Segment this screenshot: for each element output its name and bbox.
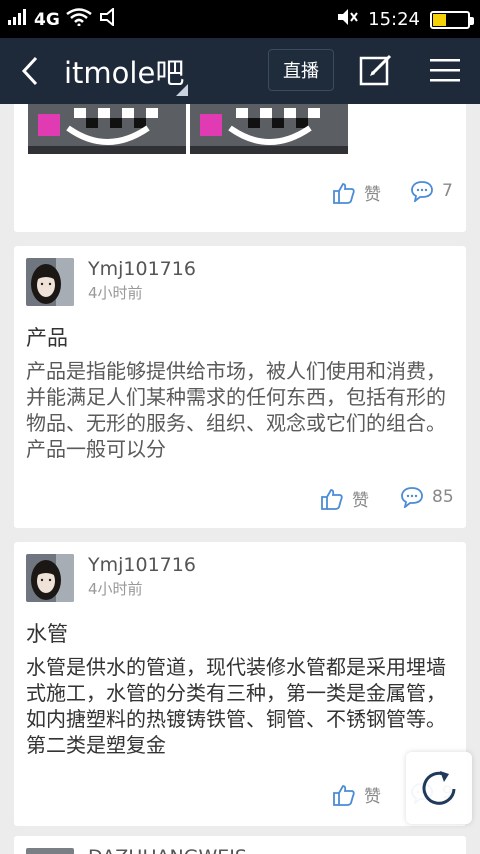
like-button[interactable]: 赞	[332, 782, 381, 807]
hamburger-icon	[430, 59, 460, 82]
post-body[interactable]: 产品是指能够提供给市场，被人们使用和消费，并能满足人们某种需求的任何东西，包括有…	[26, 358, 446, 462]
battery-icon	[430, 10, 474, 29]
thumbs-up-icon	[321, 488, 343, 510]
comment-icon	[411, 181, 433, 202]
status-bar: 4G 15:24	[0, 0, 480, 38]
avatar[interactable]	[26, 258, 74, 306]
dropdown-corner-icon	[176, 84, 188, 96]
like-label: 赞	[352, 491, 369, 511]
wifi-icon	[66, 8, 92, 31]
like-button[interactable]: 赞	[320, 486, 369, 511]
like-label: 赞	[364, 185, 381, 205]
refresh-icon	[422, 771, 456, 805]
post-title[interactable]: 产品	[26, 322, 68, 352]
like-button[interactable]: 赞	[332, 180, 381, 205]
refresh-button[interactable]	[406, 752, 472, 824]
comment-count: 85	[432, 487, 454, 507]
battery-level	[433, 13, 446, 26]
username[interactable]: Ymj101716	[88, 554, 196, 576]
compose-button[interactable]	[358, 52, 394, 88]
post-image[interactable]	[190, 104, 348, 154]
post-card[interactable]: Ymj101716 4小时前 水管 水管是供水的管道，现代装修水管都是采用埋墙式…	[14, 542, 466, 826]
avatar[interactable]	[26, 848, 74, 854]
menu-button[interactable]	[428, 56, 462, 86]
comment-button[interactable]: 85	[400, 486, 454, 508]
post-title[interactable]: 水管	[26, 618, 68, 648]
post-body[interactable]: 水管是供水的管道，现代装修水管都是采用埋墙式施工，水管的分类有三种，第一类是金属…	[26, 654, 446, 758]
thumbs-up-icon	[333, 182, 355, 204]
post-card[interactable]: Ymj101716 4小时前 产品 产品是指能够提供给市场，被人们使用和消费，并…	[14, 246, 466, 528]
comment-icon	[401, 487, 423, 508]
post-time: 4小时前	[88, 580, 143, 598]
mute-icon	[336, 8, 358, 31]
vibrate-icon	[98, 6, 120, 31]
signal-icon	[8, 9, 28, 30]
username[interactable]: DAZHUANGWEIS	[88, 846, 247, 854]
back-button[interactable]	[14, 52, 50, 90]
post-card[interactable]: DAZHUANGWEIS	[14, 836, 466, 854]
username[interactable]: Ymj101716	[88, 258, 196, 280]
avatar[interactable]	[26, 554, 74, 602]
chevron-left-icon	[21, 56, 38, 86]
forum-title[interactable]: itmole吧	[64, 50, 184, 92]
post-feed[interactable]: 赞 7 Ymj101716 4小时前 产品 产品是指能够提供给市场，被人们使用和…	[0, 104, 480, 854]
clock: 15:24	[368, 9, 420, 30]
like-label: 赞	[364, 787, 381, 807]
edit-icon	[359, 54, 392, 86]
post-card[interactable]: 赞 7	[14, 104, 466, 232]
post-time: 4小时前	[88, 284, 143, 302]
nav-bar: itmole吧 直播	[0, 38, 480, 104]
comment-button[interactable]: 7	[410, 180, 453, 202]
post-image[interactable]	[28, 104, 186, 154]
network-type: 4G	[34, 9, 60, 30]
thumbs-up-icon	[333, 784, 355, 806]
live-button[interactable]: 直播	[268, 49, 334, 91]
comment-count: 7	[442, 181, 453, 201]
